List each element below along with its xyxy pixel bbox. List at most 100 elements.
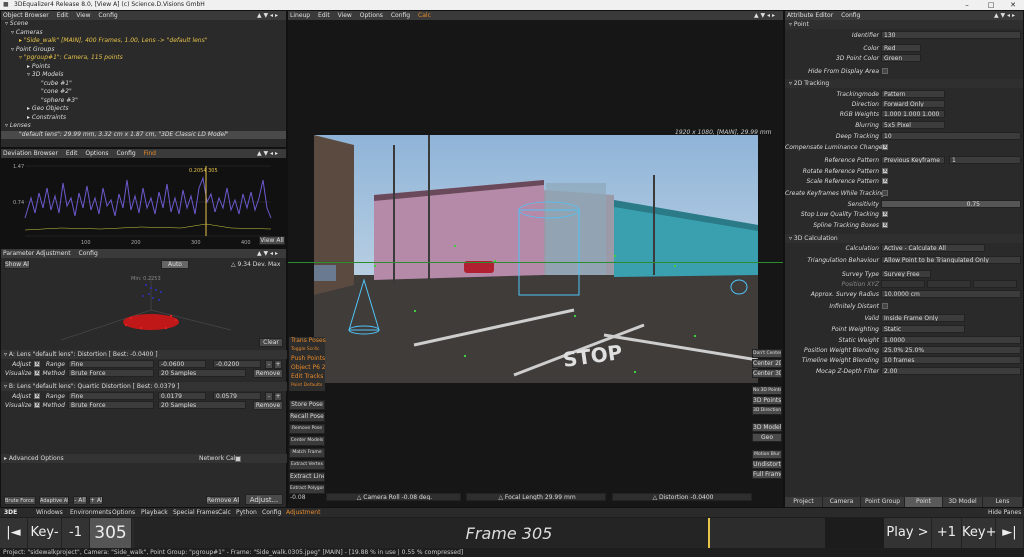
- approx-radius-field[interactable]: 10.0000 cm: [881, 290, 1021, 298]
- calc-section-header[interactable]: ▿ 3D Calculation: [785, 234, 1023, 243]
- adaptive-all-button[interactable]: Adaptive All: [39, 496, 69, 505]
- remove-a-button[interactable]: Remove: [253, 369, 283, 378]
- tree-item-camera[interactable]: ▸ "Side_walk" [MAIN], 400 Frames, 1.00, …: [1, 37, 286, 46]
- param-a-header[interactable]: ▿ A: Lens "default lens": Distortion [ B…: [1, 350, 288, 359]
- range-b-select[interactable]: Fine: [68, 392, 154, 400]
- position-x[interactable]: [881, 280, 925, 288]
- center-3d-button[interactable]: Center 3D: [752, 369, 782, 378]
- menu-config[interactable]: Config: [79, 250, 98, 257]
- dont-center-button[interactable]: Don't Center: [752, 349, 782, 358]
- tab-camera[interactable]: Camera: [823, 497, 861, 507]
- key-minus-button[interactable]: Key-: [28, 518, 62, 548]
- adjust-b-checkbox[interactable]: [34, 393, 40, 399]
- remove-pose-button[interactable]: Remove Pose: [289, 424, 325, 434]
- deep-field[interactable]: 10: [881, 132, 1021, 140]
- focal-length-slider[interactable]: △ Focal Length 29.99 mm: [466, 493, 606, 501]
- go-start-button[interactable]: |◄: [0, 518, 28, 548]
- tree-item-lens[interactable]: "default lens": 29.99 mm, 3.32 cm x 1.87…: [1, 130, 286, 139]
- recall-pose-button[interactable]: Recall Pose: [289, 412, 325, 422]
- samples-b-field[interactable]: 20 Samples: [158, 401, 246, 409]
- dev-max-slider[interactable]: △ 9.34 Dev. Max: [231, 261, 280, 268]
- adjust-a-checkbox[interactable]: [34, 361, 40, 367]
- extract-vertex-button[interactable]: Extract Vertex: [289, 460, 325, 470]
- create-keyframes-checkbox[interactable]: [882, 190, 888, 196]
- store-pose-button[interactable]: Store Pose: [289, 400, 325, 410]
- plus-all-button[interactable]: + All: [89, 496, 103, 505]
- full-frame-button[interactable]: Full Frame: [752, 470, 782, 479]
- distortion-slider[interactable]: △ Distortion -0.0400: [612, 493, 752, 501]
- tab-3d-model[interactable]: 3D Model: [943, 497, 983, 507]
- spline-checkbox[interactable]: [882, 222, 888, 228]
- close-icon[interactable]: ✕: [1002, 0, 1024, 10]
- stoplow-checkbox[interactable]: [882, 211, 888, 217]
- toggle-button[interactable]: Toggle Scr4c: [289, 346, 325, 355]
- minimize-icon[interactable]: –: [956, 0, 978, 10]
- calculation-select[interactable]: Active - Calculate All: [881, 244, 985, 252]
- view-all-button[interactable]: View All: [259, 236, 285, 245]
- menu-config[interactable]: Config: [262, 509, 281, 516]
- menu-edit[interactable]: Edit: [66, 150, 78, 157]
- 3d-models-button[interactable]: 3D Models: [752, 423, 782, 432]
- method-b-select[interactable]: Brute Force: [68, 401, 154, 409]
- tree-item-points[interactable]: ▸ Points: [1, 63, 286, 72]
- hide-panes-button[interactable]: Hide Panes: [988, 509, 1021, 516]
- tree-item-cameras[interactable]: ▿ Cameras: [1, 29, 286, 38]
- valid-select[interactable]: Inside Frame Only: [881, 314, 965, 322]
- tree-item-geo-objects[interactable]: ▸ Geo Objects: [1, 105, 286, 114]
- color3d-select[interactable]: Green: [881, 54, 921, 62]
- compensate-checkbox[interactable]: [882, 144, 888, 150]
- static-weight-field[interactable]: 1.0000: [881, 336, 1021, 344]
- frame-minus-button[interactable]: -1: [62, 518, 90, 548]
- range-b-min[interactable]: 0.0179: [158, 392, 206, 400]
- network-calc-checkbox[interactable]: [235, 456, 241, 462]
- menu-view[interactable]: View: [338, 12, 352, 19]
- tree-item-scene[interactable]: ▿ Scene: [1, 20, 286, 29]
- tab-project[interactable]: Project: [785, 497, 823, 507]
- menu-options[interactable]: Options: [85, 150, 108, 157]
- minus-icon[interactable]: -: [265, 392, 273, 401]
- tracking-section-header[interactable]: ▿ 2D Tracking: [785, 79, 1023, 88]
- push-points-button[interactable]: Push Points: [289, 355, 325, 364]
- clear-button[interactable]: Clear: [259, 338, 283, 347]
- minus-all-button[interactable]: - All: [73, 496, 87, 505]
- frame-plus-button[interactable]: +1: [932, 518, 962, 548]
- app-logo[interactable]: 3DE: [4, 509, 17, 516]
- object-p62-button[interactable]: Object P6 2: [289, 364, 326, 373]
- triangulation-select[interactable]: Allow Point to be Triangulated Only: [881, 256, 1021, 264]
- menu-calc[interactable]: Calc: [218, 509, 231, 516]
- color-select[interactable]: Red: [881, 44, 921, 52]
- param-3d-plot[interactable]: Min: 0.2253: [1, 270, 287, 350]
- hide-checkbox[interactable]: [882, 68, 888, 74]
- maximize-icon[interactable]: □: [980, 0, 1002, 10]
- menu-config[interactable]: Config: [116, 150, 135, 157]
- deviation-graph[interactable]: 1.47 0.74 0.2054 305 100 200 300 400: [1, 158, 287, 248]
- timeline-weight-field[interactable]: 10 frames: [881, 356, 1021, 364]
- tree-item-constraints[interactable]: ▸ Constraints: [1, 114, 286, 123]
- tree-item-model[interactable]: "cube #1": [1, 80, 286, 89]
- menu-config[interactable]: Config: [841, 12, 860, 19]
- menu-config[interactable]: Config: [391, 12, 410, 19]
- sensitivity-slider[interactable]: 0.75: [881, 200, 1021, 208]
- range-a-select[interactable]: Fine: [68, 360, 154, 368]
- menu-options[interactable]: Options: [112, 509, 135, 516]
- tree-item-model[interactable]: "sphere #3": [1, 97, 286, 106]
- no-3d-points-button[interactable]: No 3D Points: [752, 386, 782, 395]
- panel-arrows-icon[interactable]: ▲ ▼ ◂ ▸: [754, 11, 775, 20]
- position-z[interactable]: [973, 280, 1017, 288]
- blurring-select[interactable]: 5x5 Pixel: [881, 121, 945, 129]
- menu-special-frames[interactable]: Special Frames: [173, 509, 218, 516]
- tree-item-3d-models[interactable]: ▿ 3D Models: [1, 71, 286, 80]
- menu-options[interactable]: Options: [360, 12, 383, 19]
- brute-force-all-button[interactable]: Brute Force All: [4, 496, 36, 505]
- method-a-select[interactable]: Brute Force: [68, 369, 154, 377]
- auto-button[interactable]: Auto: [161, 260, 189, 269]
- panel-arrows-icon[interactable]: ▲ ▼ ◂ ▸: [257, 11, 278, 20]
- tab-point-group[interactable]: Point Group: [861, 497, 905, 507]
- center-models-button[interactable]: Center Models: [289, 436, 325, 446]
- 3d-points-button[interactable]: 3D Points: [752, 396, 782, 405]
- tree-item-point-groups[interactable]: ▿ Point Groups: [1, 46, 286, 55]
- menu-config[interactable]: Config: [98, 12, 117, 19]
- identifier-field[interactable]: 130: [881, 31, 1021, 39]
- 3d-direction-button[interactable]: 3D Direction: [752, 406, 782, 415]
- tab-lens[interactable]: Lens: [983, 497, 1023, 507]
